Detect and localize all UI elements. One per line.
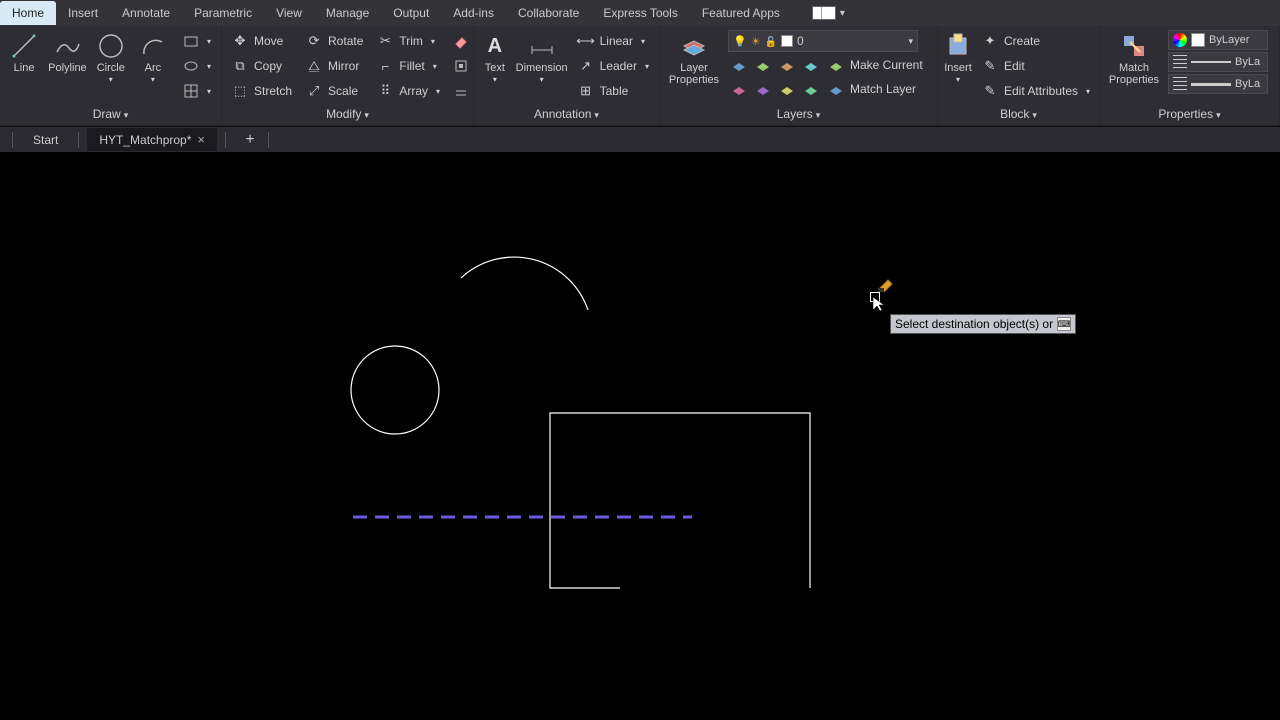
shape-rectangle[interactable] — [550, 413, 810, 588]
lines-icon — [1173, 77, 1187, 91]
flag-icon[interactable] — [812, 6, 836, 20]
menu-tab-manage[interactable]: Manage — [314, 1, 381, 25]
panel-properties: Match Properties ByLayer ByLa ByLa Prope… — [1100, 26, 1280, 125]
erase-button[interactable] — [450, 30, 472, 52]
menu-tab-output[interactable]: Output — [381, 1, 441, 25]
linear-button[interactable]: ⟷Linear▾ — [574, 30, 653, 52]
sun-icon — [751, 34, 761, 48]
panel-draw-title[interactable]: Draw▾ — [0, 104, 221, 125]
drawing-svg — [0, 152, 1280, 720]
linetype-dropdown[interactable]: ByLa — [1168, 74, 1268, 94]
tab-document-label: HYT_Matchprop* — [99, 133, 191, 147]
copy-button[interactable]: ⧉Copy — [228, 55, 296, 77]
match-layer-button[interactable]: Match Layer — [824, 78, 920, 100]
tab-start[interactable]: Start — [21, 129, 70, 151]
layer-btn-8[interactable] — [800, 78, 822, 100]
lock-icon — [765, 34, 777, 48]
lineweight-dropdown[interactable]: ByLa — [1168, 52, 1268, 72]
array-button[interactable]: ⠿Array▾ — [373, 80, 444, 102]
color-swatch — [781, 35, 793, 47]
rect-button[interactable]: ▾ — [179, 30, 215, 52]
panel-block: Insert ▾ ✦Create ✎Edit ✎Edit Attributes▾… — [938, 26, 1100, 125]
add-tab-button[interactable]: + — [240, 130, 260, 150]
explode-button[interactable] — [450, 55, 472, 77]
layer-name: 0 — [797, 34, 804, 48]
menu-bar: Home Insert Annotate Parametric View Man… — [0, 0, 1280, 26]
match-properties-button[interactable]: Match Properties — [1106, 30, 1162, 104]
layer-btn-7[interactable] — [776, 78, 798, 100]
table-button[interactable]: ⊞Table — [574, 80, 653, 102]
drawing-canvas[interactable]: Select destination object(s) or ⌨ — [0, 152, 1280, 720]
rotate-button[interactable]: ⟳Rotate — [302, 30, 367, 52]
layer-dropdown[interactable]: 0 ▾ — [728, 30, 918, 52]
stretch-button[interactable]: ⬚Stretch — [228, 80, 296, 102]
close-icon[interactable]: × — [197, 132, 205, 147]
menu-tab-collaborate[interactable]: Collaborate — [506, 1, 591, 25]
mirror-button[interactable]: ⧋Mirror — [302, 55, 367, 77]
tooltip-text: Select destination object(s) or — [895, 317, 1053, 331]
panel-layers: Layer Properties 0 ▾ Make Current — [660, 26, 938, 125]
menu-tab-insert[interactable]: Insert — [56, 1, 110, 25]
create-block-button[interactable]: ✦Create — [978, 30, 1094, 52]
insert-button[interactable]: Insert ▾ — [944, 30, 972, 104]
lightbulb-icon — [733, 34, 747, 48]
menu-tab-addins[interactable]: Add-ins — [441, 1, 506, 25]
panel-properties-title[interactable]: Properties▾ — [1100, 104, 1279, 125]
panel-modify: ✥Move ⧉Copy ⬚Stretch ⟳Rotate ⧋Mirror ⤢Sc… — [222, 26, 474, 125]
panel-layers-title[interactable]: Layers▾ — [660, 104, 937, 125]
shape-arc[interactable] — [461, 257, 588, 310]
trim-button[interactable]: ✂Trim▾ — [373, 30, 444, 52]
panel-block-title[interactable]: Block▾ — [938, 104, 1099, 125]
layer-btn-4[interactable] — [800, 54, 822, 76]
panel-draw: Line Polyline Circle ▾ Arc ▾ ▾ ▾ ▾ Dr — [0, 26, 222, 125]
fillet-button[interactable]: ⌐Fillet▾ — [373, 55, 444, 77]
edit-block-button[interactable]: ✎Edit — [978, 55, 1094, 77]
scale-button[interactable]: ⤢Scale — [302, 80, 367, 102]
lines-icon — [1173, 55, 1187, 69]
polyline-button[interactable]: Polyline — [48, 30, 87, 104]
arc-button[interactable]: Arc ▾ — [135, 30, 171, 104]
make-current-button[interactable]: Make Current — [824, 54, 927, 76]
hatch-button[interactable]: ▾ — [179, 80, 215, 102]
menu-tab-annotate[interactable]: Annotate — [110, 1, 182, 25]
panel-annotation-title[interactable]: Annotation▾ — [474, 104, 659, 125]
flag-dropdown[interactable]: ▾ — [840, 8, 845, 19]
menu-tab-parametric[interactable]: Parametric — [182, 1, 264, 25]
offset-button[interactable] — [450, 80, 472, 102]
menu-tab-home[interactable]: Home — [0, 1, 56, 25]
shape-circle[interactable] — [351, 346, 439, 434]
menu-tab-expresstools[interactable]: Express Tools — [591, 1, 689, 25]
brush-icon — [878, 278, 898, 292]
panel-modify-title[interactable]: Modify▾ — [222, 104, 473, 125]
colorwheel-icon — [1173, 33, 1187, 47]
ellipse-button[interactable]: ▾ — [179, 55, 215, 77]
layer-btn-5[interactable] — [728, 78, 750, 100]
menu-tab-featuredapps[interactable]: Featured Apps — [690, 1, 792, 25]
layer-properties-button[interactable]: Layer Properties — [666, 30, 722, 104]
color-dropdown[interactable]: ByLayer — [1168, 30, 1268, 50]
leader-button[interactable]: ↗Leader▾ — [574, 55, 653, 77]
ribbon: Line Polyline Circle ▾ Arc ▾ ▾ ▾ ▾ Dr — [0, 26, 1280, 126]
layer-btn-2[interactable] — [752, 54, 774, 76]
drawing-tabs: Start HYT_Matchprop* × + — [0, 126, 1280, 152]
text-button[interactable]: A Text ▾ — [480, 30, 510, 104]
menu-tab-view[interactable]: View — [264, 1, 314, 25]
dimension-button[interactable]: Dimension ▾ — [516, 30, 568, 104]
layer-btn-1[interactable] — [728, 54, 750, 76]
arrow-cursor-icon — [872, 296, 888, 312]
line-button[interactable]: Line — [6, 30, 42, 104]
edit-attributes-button[interactable]: ✎Edit Attributes▾ — [978, 80, 1094, 102]
move-button[interactable]: ✥Move — [228, 30, 296, 52]
tab-document[interactable]: HYT_Matchprop* × — [87, 128, 217, 151]
layer-btn-3[interactable] — [776, 54, 798, 76]
input-marker-icon: ⌨ — [1057, 317, 1071, 331]
layer-btn-6[interactable] — [752, 78, 774, 100]
circle-button[interactable]: Circle ▾ — [93, 30, 129, 104]
panel-annotation: A Text ▾ Dimension ▾ ⟷Linear▾ ↗Leader▾ ⊞… — [474, 26, 660, 125]
command-tooltip: Select destination object(s) or ⌨ — [890, 314, 1076, 334]
